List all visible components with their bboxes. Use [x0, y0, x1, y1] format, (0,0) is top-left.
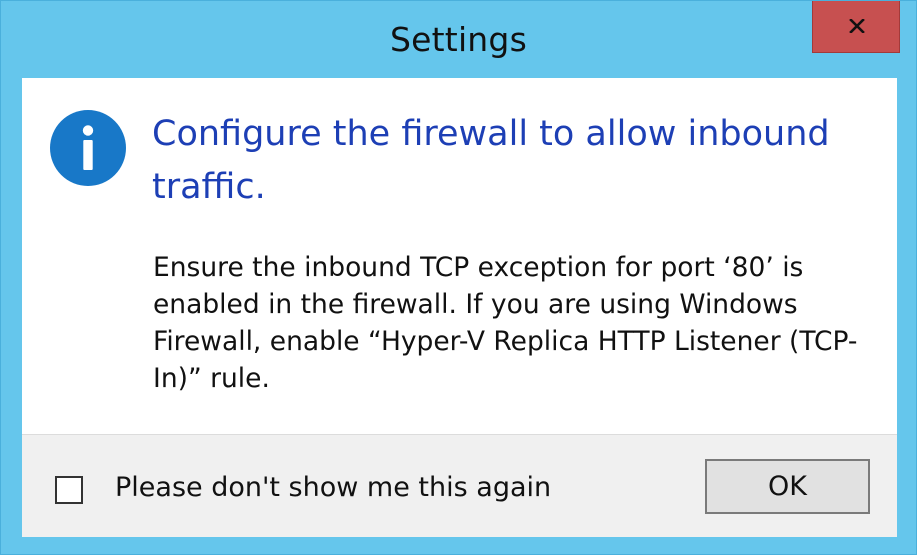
title-bar[interactable]: Settings [1, 1, 916, 78]
dont-show-again-label[interactable]: Please don't show me this again [115, 472, 551, 503]
settings-dialog: Settings Configure the firewall to allow… [0, 0, 917, 555]
ok-button[interactable]: OK [705, 459, 870, 514]
message-heading: Configure the firewall to allow inbound … [152, 114, 830, 207]
window-title: Settings [390, 20, 527, 59]
close-icon [849, 19, 865, 33]
dialog-footer: Please don't show me this again OK [22, 434, 897, 537]
dont-show-again-checkbox[interactable] [55, 476, 83, 504]
close-button[interactable] [812, 1, 900, 53]
dialog-content: Configure the firewall to allow inbound … [22, 78, 897, 537]
message-body: Ensure the inbound TCP exception for por… [153, 252, 858, 394]
info-icon [50, 110, 126, 186]
